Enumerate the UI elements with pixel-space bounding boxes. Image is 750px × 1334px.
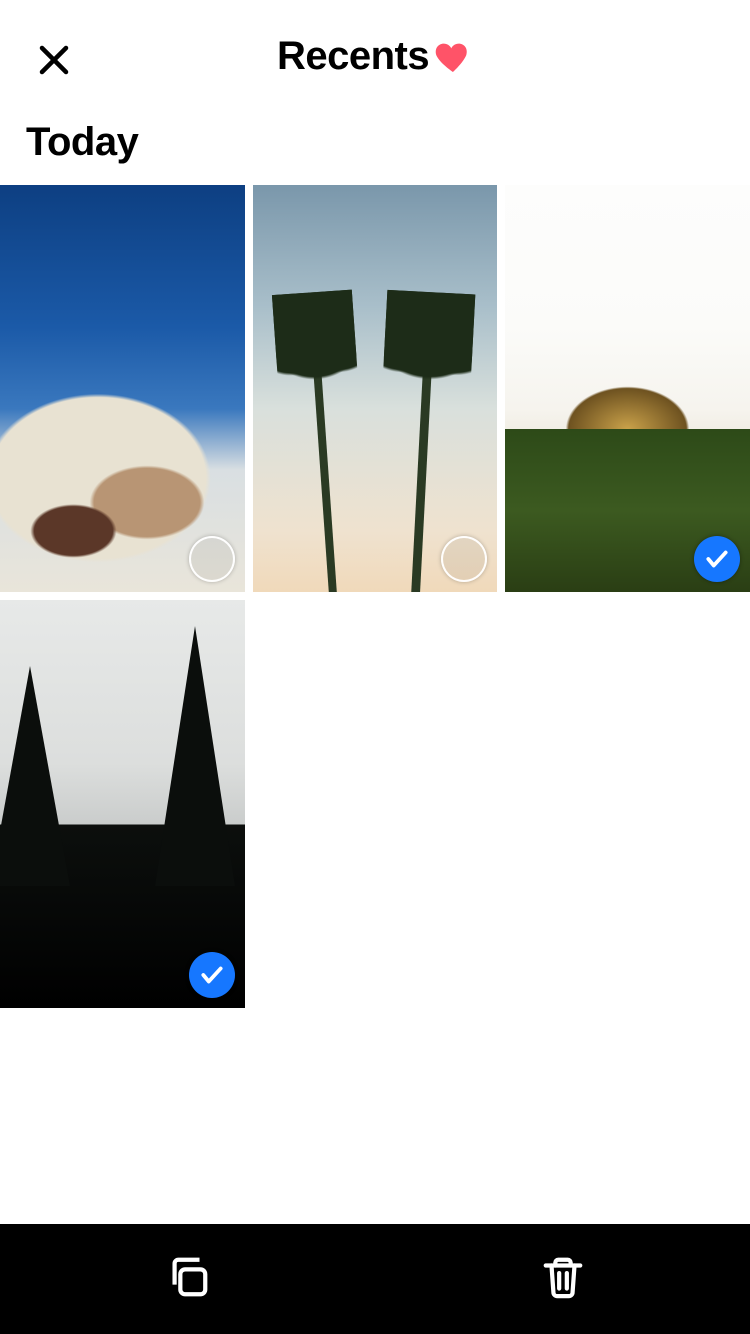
photo-tile[interactable] [505, 185, 750, 592]
photo-thumbnail [253, 185, 498, 592]
photo-thumbnail [505, 185, 750, 592]
trash-icon [540, 1254, 586, 1305]
delete-button[interactable] [523, 1239, 603, 1319]
photo-tile[interactable] [253, 185, 498, 592]
selection-check-icon[interactable] [189, 952, 235, 998]
photo-tile[interactable] [0, 600, 245, 1007]
photo-tile[interactable] [0, 185, 245, 592]
selection-circle[interactable] [189, 536, 235, 582]
title-wrap: Recents [277, 34, 473, 79]
bottom-toolbar [0, 1224, 750, 1334]
header: Recents [0, 0, 750, 100]
copy-button[interactable] [148, 1239, 228, 1319]
close-button[interactable] [32, 40, 76, 84]
heart-icon [433, 37, 473, 77]
page-title: Recents [277, 34, 429, 79]
close-icon [36, 42, 72, 83]
photo-thumbnail [0, 185, 245, 592]
section-header-today: Today [0, 100, 750, 185]
photo-grid [0, 185, 750, 1008]
copy-icon [165, 1254, 211, 1305]
photo-thumbnail [0, 600, 245, 1007]
